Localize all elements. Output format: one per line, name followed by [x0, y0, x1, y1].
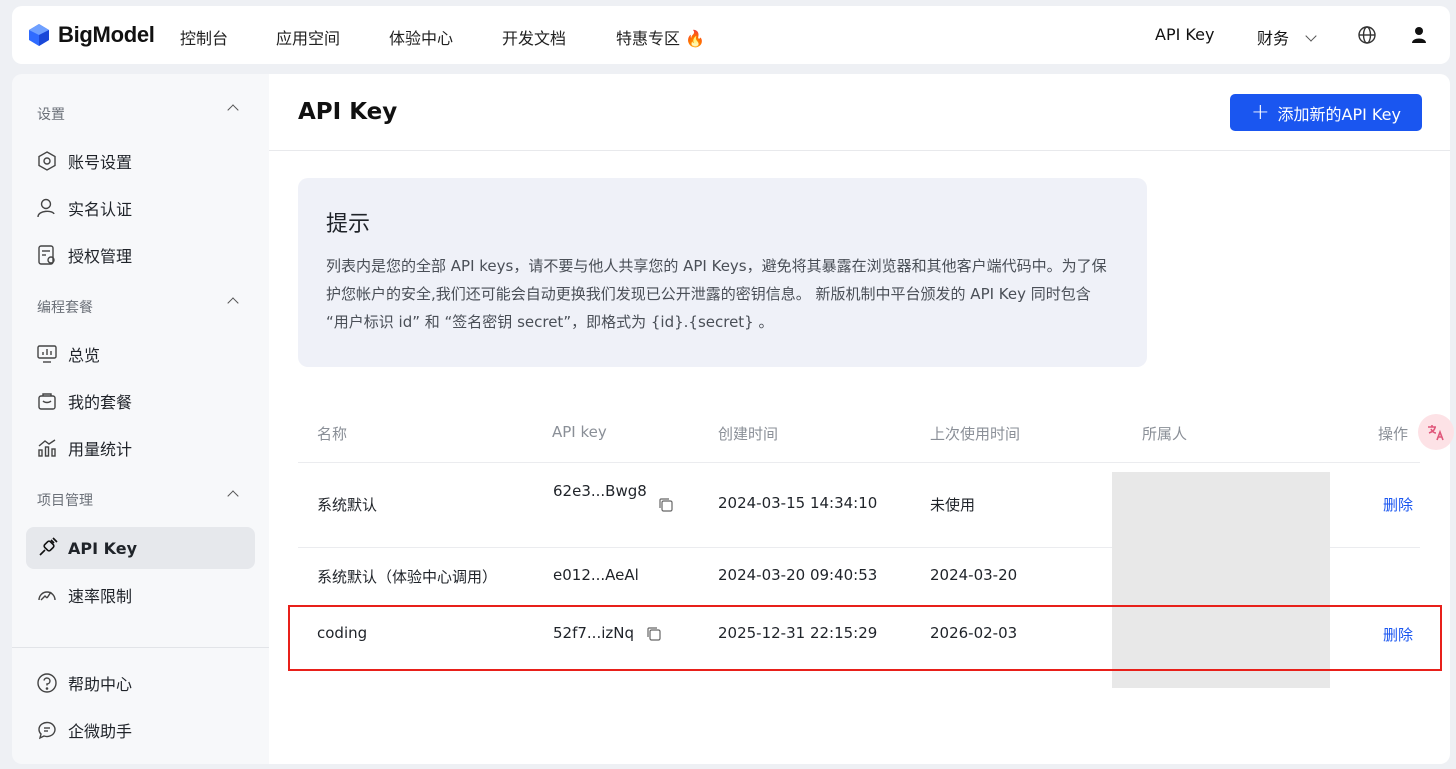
chevron-up-icon: [227, 490, 239, 502]
sidebar-item-label: 总览: [68, 346, 101, 365]
sidebar-item-label: API Key: [68, 538, 138, 558]
nav-experience-center[interactable]: 体验中心: [389, 25, 453, 49]
row1-last-used: 未使用: [930, 496, 976, 514]
nav-api-key[interactable]: API Key: [1155, 25, 1214, 44]
tip-title: 提示: [326, 212, 371, 237]
row2-last-used: 2024-03-20: [930, 566, 1018, 584]
sidebar-section-settings[interactable]: 设置: [37, 104, 242, 124]
tip-text: 列表内是您的全部 API keys，请不要与他人共享您的 API Keys，避免…: [326, 257, 1107, 331]
globe-icon[interactable]: [1357, 25, 1377, 45]
nav-finance-dropdown[interactable]: 财务: [1257, 25, 1317, 49]
sidebar-item-help-center[interactable]: 帮助中心: [26, 662, 255, 704]
plus-icon: +: [1251, 99, 1270, 125]
row1-name: 系统默认: [317, 496, 378, 514]
bigmodel-logo-icon: [29, 24, 49, 46]
sidebar-item-label: 速率限制: [68, 587, 133, 606]
document-icon: [38, 245, 55, 265]
brand[interactable]: BigModel: [27, 22, 177, 48]
nav-app-space[interactable]: 应用空间: [276, 25, 340, 49]
bag-icon: [38, 393, 56, 410]
sidebar-section-coding-plan[interactable]: 编程套餐: [37, 297, 242, 317]
sidebar-item-label: 企微助手: [68, 722, 133, 741]
chevron-up-icon: [227, 104, 239, 116]
row2-name: 系统默认（体验中心调用）: [317, 568, 498, 586]
sidebar-item-label: 账号设置: [68, 153, 133, 172]
monitor-chart-icon: [37, 345, 57, 363]
bar-chart-icon: [38, 439, 56, 457]
sidebar-item-overview[interactable]: 总览: [26, 333, 255, 375]
sidebar-item-my-plan[interactable]: 我的套餐: [26, 380, 255, 422]
plug-link-icon: [39, 537, 58, 556]
nav-dev-docs[interactable]: 开发文档: [502, 25, 566, 49]
page-title: API Key: [298, 99, 398, 125]
table-divider: [298, 462, 1420, 463]
sidebar-item-label: 实名认证: [68, 200, 133, 219]
row2-api-key: e012...AeAl: [553, 566, 639, 584]
chevron-down-icon: [1305, 30, 1317, 42]
highlight-box: [288, 605, 1442, 671]
top-nav-bar: BigModel 控制台 应用空间 体验中心 开发文档 特惠专区 🔥 API K…: [12, 6, 1450, 64]
add-api-key-button[interactable]: + 添加新的API Key: [1230, 94, 1422, 131]
sidebar-item-label: 我的套餐: [68, 393, 133, 412]
user-icon[interactable]: [1409, 25, 1429, 45]
user-outline-icon: [37, 198, 55, 218]
column-header-last-used: 上次使用时间: [930, 425, 1021, 443]
row1-delete-link[interactable]: 删除: [1383, 494, 1413, 515]
translate-button[interactable]: [1418, 414, 1454, 450]
nav-finance-label: 财务: [1257, 29, 1290, 48]
row1-api-key: 62e3...Bwg8: [553, 482, 647, 500]
speedometer-icon: [38, 591, 56, 601]
nav-special-offers[interactable]: 特惠专区 🔥: [616, 25, 705, 49]
sidebar-item-label: 用量统计: [68, 440, 133, 459]
sidebar-item-account-settings[interactable]: 账号设置: [26, 140, 255, 182]
sidebar-item-label: 授权管理: [68, 247, 133, 266]
nav-console[interactable]: 控制台: [180, 25, 228, 49]
header-divider: [269, 150, 1450, 151]
copy-icon[interactable]: [658, 497, 674, 513]
tip-box: 提示 列表内是您的全部 API keys，请不要与他人共享您的 API Keys…: [298, 178, 1147, 367]
sidebar-section-label: 设置: [37, 107, 65, 123]
row2-created: 2024-03-20 09:40:53: [718, 566, 878, 584]
column-header-action: 操作: [1378, 425, 1409, 443]
column-header-owner: 所属人: [1142, 425, 1188, 443]
sidebar-section-project-mgmt[interactable]: 项目管理: [37, 490, 242, 510]
help-icon: [37, 673, 57, 693]
translate-icon: [1428, 425, 1444, 441]
sidebar-item-rate-limit[interactable]: 速率限制: [26, 574, 255, 616]
brand-name: BigModel: [58, 22, 155, 47]
row1-created: 2024-03-15 14:34:10: [718, 494, 878, 512]
sidebar-item-wecom-assistant[interactable]: 企微助手: [26, 709, 255, 751]
sidebar: 设置 账号设置 实名认证 授权管理 编程套餐 总览 我的套餐 用量统计 项目管理…: [12, 74, 269, 764]
column-header-name: 名称: [317, 425, 348, 443]
chat-icon: [38, 721, 56, 740]
sidebar-item-authorization[interactable]: 授权管理: [26, 234, 255, 276]
hexagon-settings-icon: [38, 151, 56, 171]
column-header-created: 创建时间: [718, 425, 779, 443]
column-header-api-key: API key: [552, 423, 607, 441]
sidebar-divider: [12, 647, 269, 648]
sidebar-section-label: 项目管理: [37, 493, 93, 509]
sidebar-item-real-name[interactable]: 实名认证: [26, 187, 255, 229]
sidebar-item-api-key[interactable]: API Key: [26, 527, 255, 569]
sidebar-section-label: 编程套餐: [37, 300, 93, 316]
add-api-key-label: 添加新的API Key: [1277, 104, 1401, 124]
sidebar-item-usage-stats[interactable]: 用量统计: [26, 427, 255, 469]
chevron-up-icon: [227, 297, 239, 309]
sidebar-item-label: 帮助中心: [68, 675, 133, 694]
